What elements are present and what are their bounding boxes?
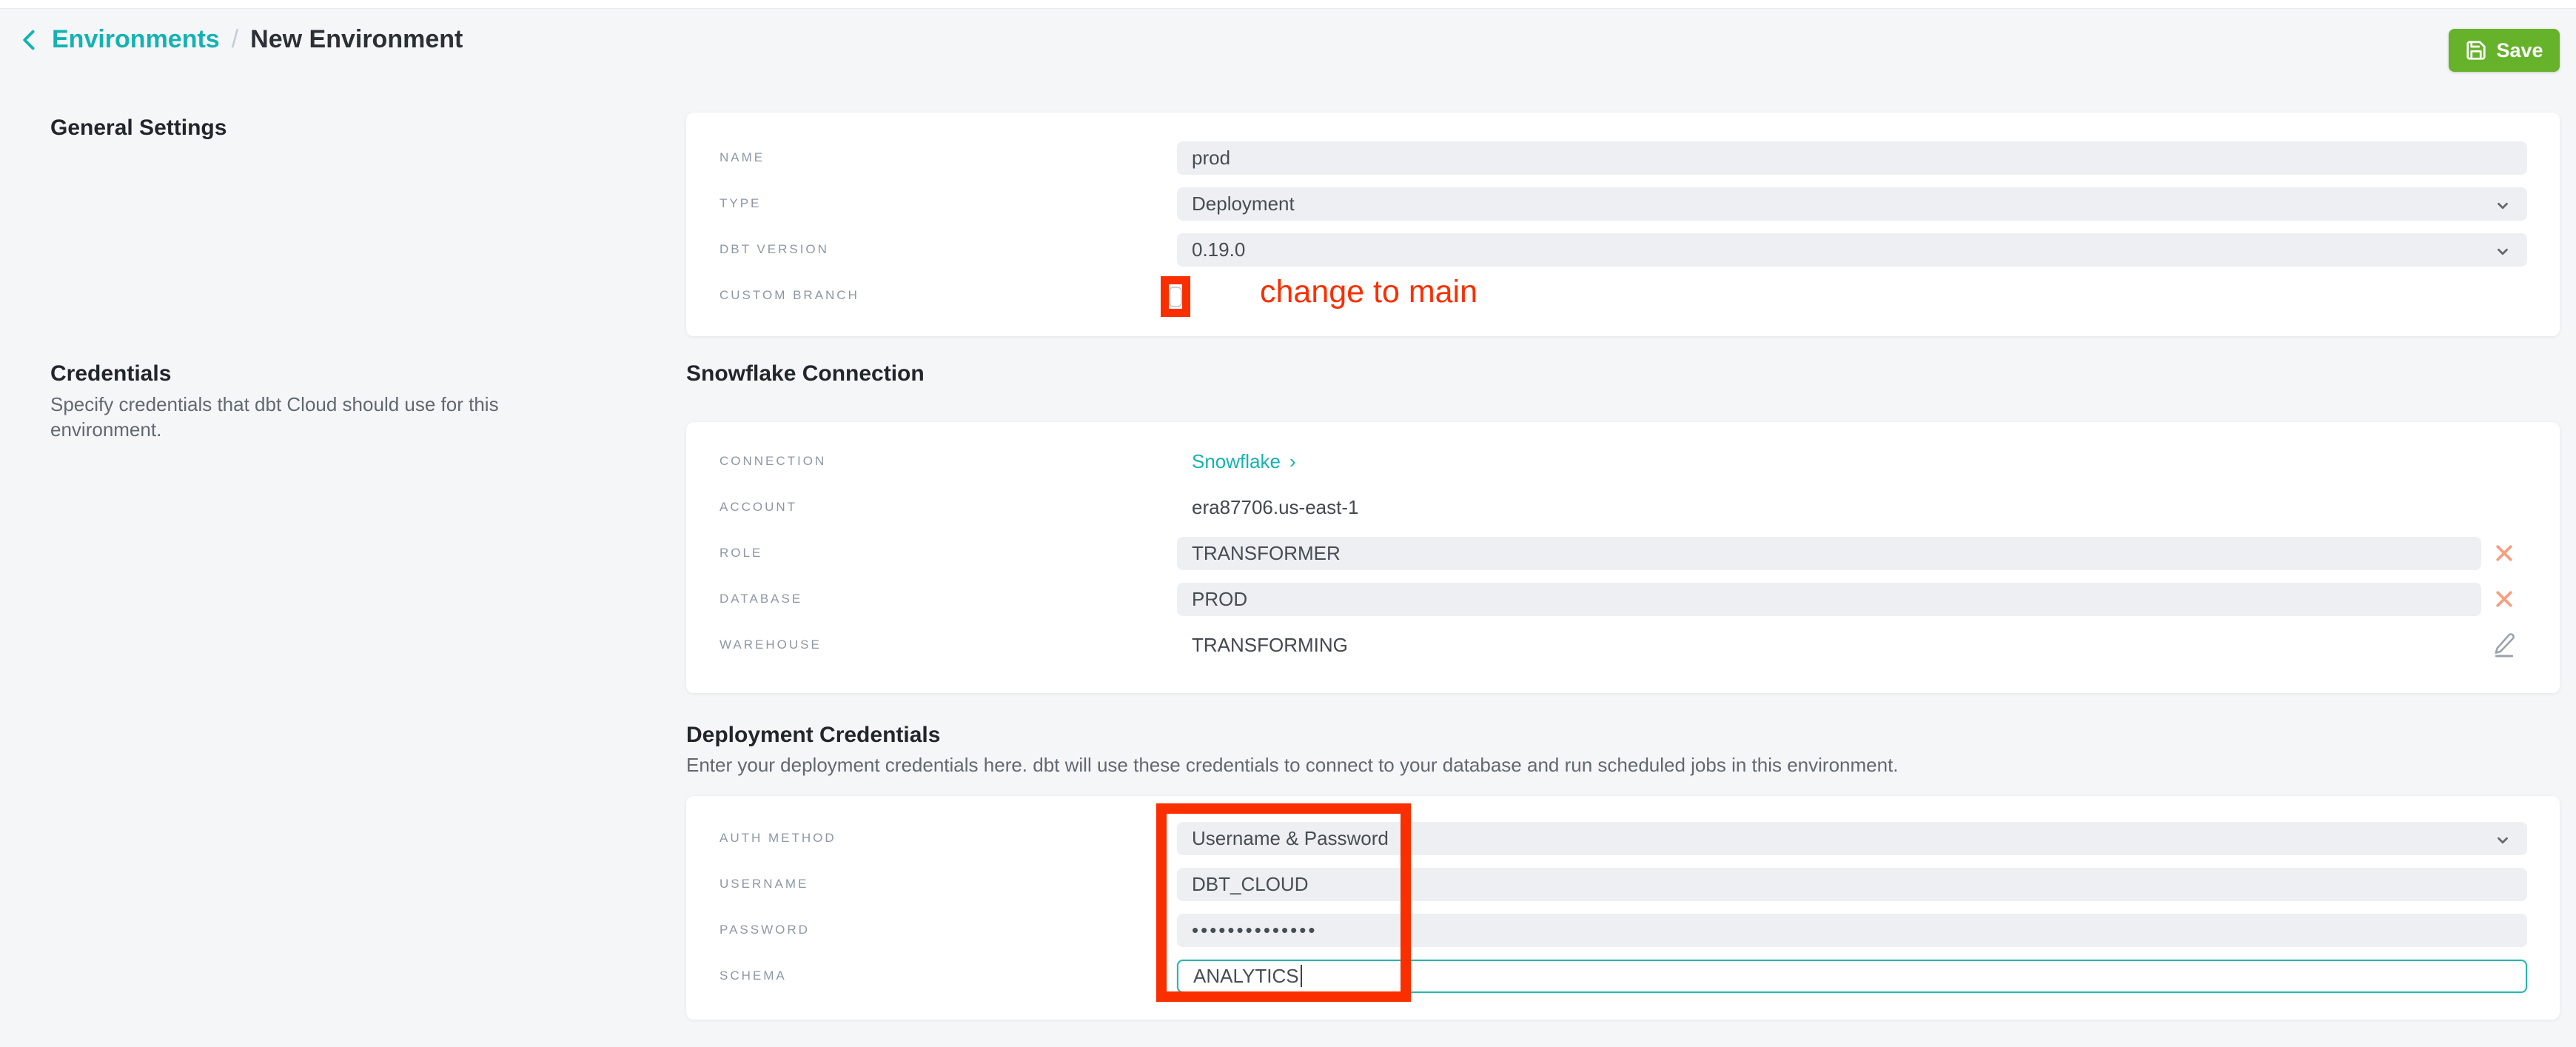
account-value: era87706.us-east-1 [1177,496,1358,519]
custom-branch-checkbox[interactable] [1169,287,1182,307]
save-button-label: Save [2496,39,2543,62]
chevron-down-icon [2495,196,2511,219]
general-settings-card: NAME prod TYPE Deployment DBT VERSION 0.… [686,113,2560,336]
connection-row: CONNECTION Snowflake › [720,438,2527,484]
schema-row: SCHEMA ANALYTICS [720,953,2527,999]
auth-method-row: AUTH METHOD Username & Password [720,815,2527,861]
custom-branch-row: CUSTOM BRANCH [720,272,2527,318]
back-button[interactable] [19,27,40,53]
chevron-right-icon: › [1289,450,1296,473]
auth-method-select[interactable]: Username & Password [1177,822,2527,855]
chevron-down-icon [2495,831,2511,854]
name-row: NAME prod [720,135,2527,181]
snowflake-connection-link[interactable]: Snowflake › [1177,450,1296,473]
name-input[interactable]: prod [1177,141,2527,175]
edit-pencil-icon[interactable] [2493,632,2515,658]
role-input[interactable]: TRANSFORMER [1177,537,2481,570]
password-label: PASSWORD [720,923,1177,937]
annotation-box-checkbox [1161,276,1190,317]
breadcrumb-environments-link[interactable]: Environments [52,25,220,54]
chevron-down-icon [2495,242,2511,265]
deployment-credentials-card: AUTH METHOD Username & Password USERNAME… [686,796,2560,1020]
name-label: NAME [720,150,1177,165]
connection-link-label: Snowflake [1192,450,1281,473]
text-cursor [1301,965,1302,987]
type-row: TYPE Deployment [720,181,2527,227]
account-row: ACCOUNT era87706.us-east-1 [720,484,2527,530]
dbt-version-select-value: 0.19.0 [1192,238,1245,261]
remove-role-x-icon[interactable] [2493,542,2515,564]
page: Environments / New Environment Save Gene… [0,0,2576,1047]
schema-input-value: ANALYTICS [1193,965,1299,988]
warehouse-row: WAREHOUSE TRANSFORMING [720,622,2527,668]
type-label: TYPE [720,196,1177,211]
page-title: New Environment [250,25,463,54]
snowflake-connection-card: CONNECTION Snowflake › ACCOUNT era87706.… [686,422,2560,693]
custom-branch-label: CUSTOM BRANCH [720,288,1177,303]
credentials-heading: Credentials [50,361,171,387]
password-row: PASSWORD •••••••••••••• [720,907,2527,953]
warehouse-label: WAREHOUSE [720,638,1177,652]
save-floppy-icon [2465,39,2487,61]
password-input[interactable]: •••••••••••••• [1177,914,2527,947]
database-label: DATABASE [720,592,1177,606]
schema-input[interactable]: ANALYTICS [1177,960,2527,993]
annotation-note: change to main [1260,274,1477,310]
breadcrumb-separator: / [232,25,238,54]
database-row: DATABASE PROD [720,576,2527,622]
general-settings-heading: General Settings [50,116,227,141]
snowflake-connection-heading: Snowflake Connection [686,361,925,387]
connection-label: CONNECTION [720,454,1177,469]
save-button[interactable]: Save [2449,29,2560,72]
chevron-left-icon [19,27,40,53]
role-row: ROLE TRANSFORMER [720,530,2527,576]
account-label: ACCOUNT [720,500,1177,515]
username-input[interactable]: DBT_CLOUD [1177,868,2527,901]
dbt-version-row: DBT VERSION 0.19.0 [720,227,2527,272]
username-label: USERNAME [720,877,1177,892]
type-select[interactable]: Deployment [1177,187,2527,221]
auth-method-select-value: Username & Password [1192,827,1389,850]
schema-label: SCHEMA [720,969,1177,983]
deployment-credentials-heading: Deployment Credentials [686,723,940,748]
auth-method-label: AUTH METHOD [720,831,1177,846]
dbt-version-label: DBT VERSION [720,242,1177,257]
breadcrumb: Environments / New Environment [19,25,463,54]
remove-database-x-icon[interactable] [2493,588,2515,610]
username-row: USERNAME DBT_CLOUD [720,861,2527,907]
dbt-version-select[interactable]: 0.19.0 [1177,233,2527,267]
deployment-credentials-description: Enter your deployment credentials here. … [686,752,2500,777]
warehouse-value: TRANSFORMING [1177,634,1348,657]
credentials-description: Specify credentials that dbt Cloud shoul… [50,392,613,442]
type-select-value: Deployment [1192,193,1295,215]
top-strip [0,0,2576,9]
role-label: ROLE [720,546,1177,561]
database-input[interactable]: PROD [1177,583,2481,616]
